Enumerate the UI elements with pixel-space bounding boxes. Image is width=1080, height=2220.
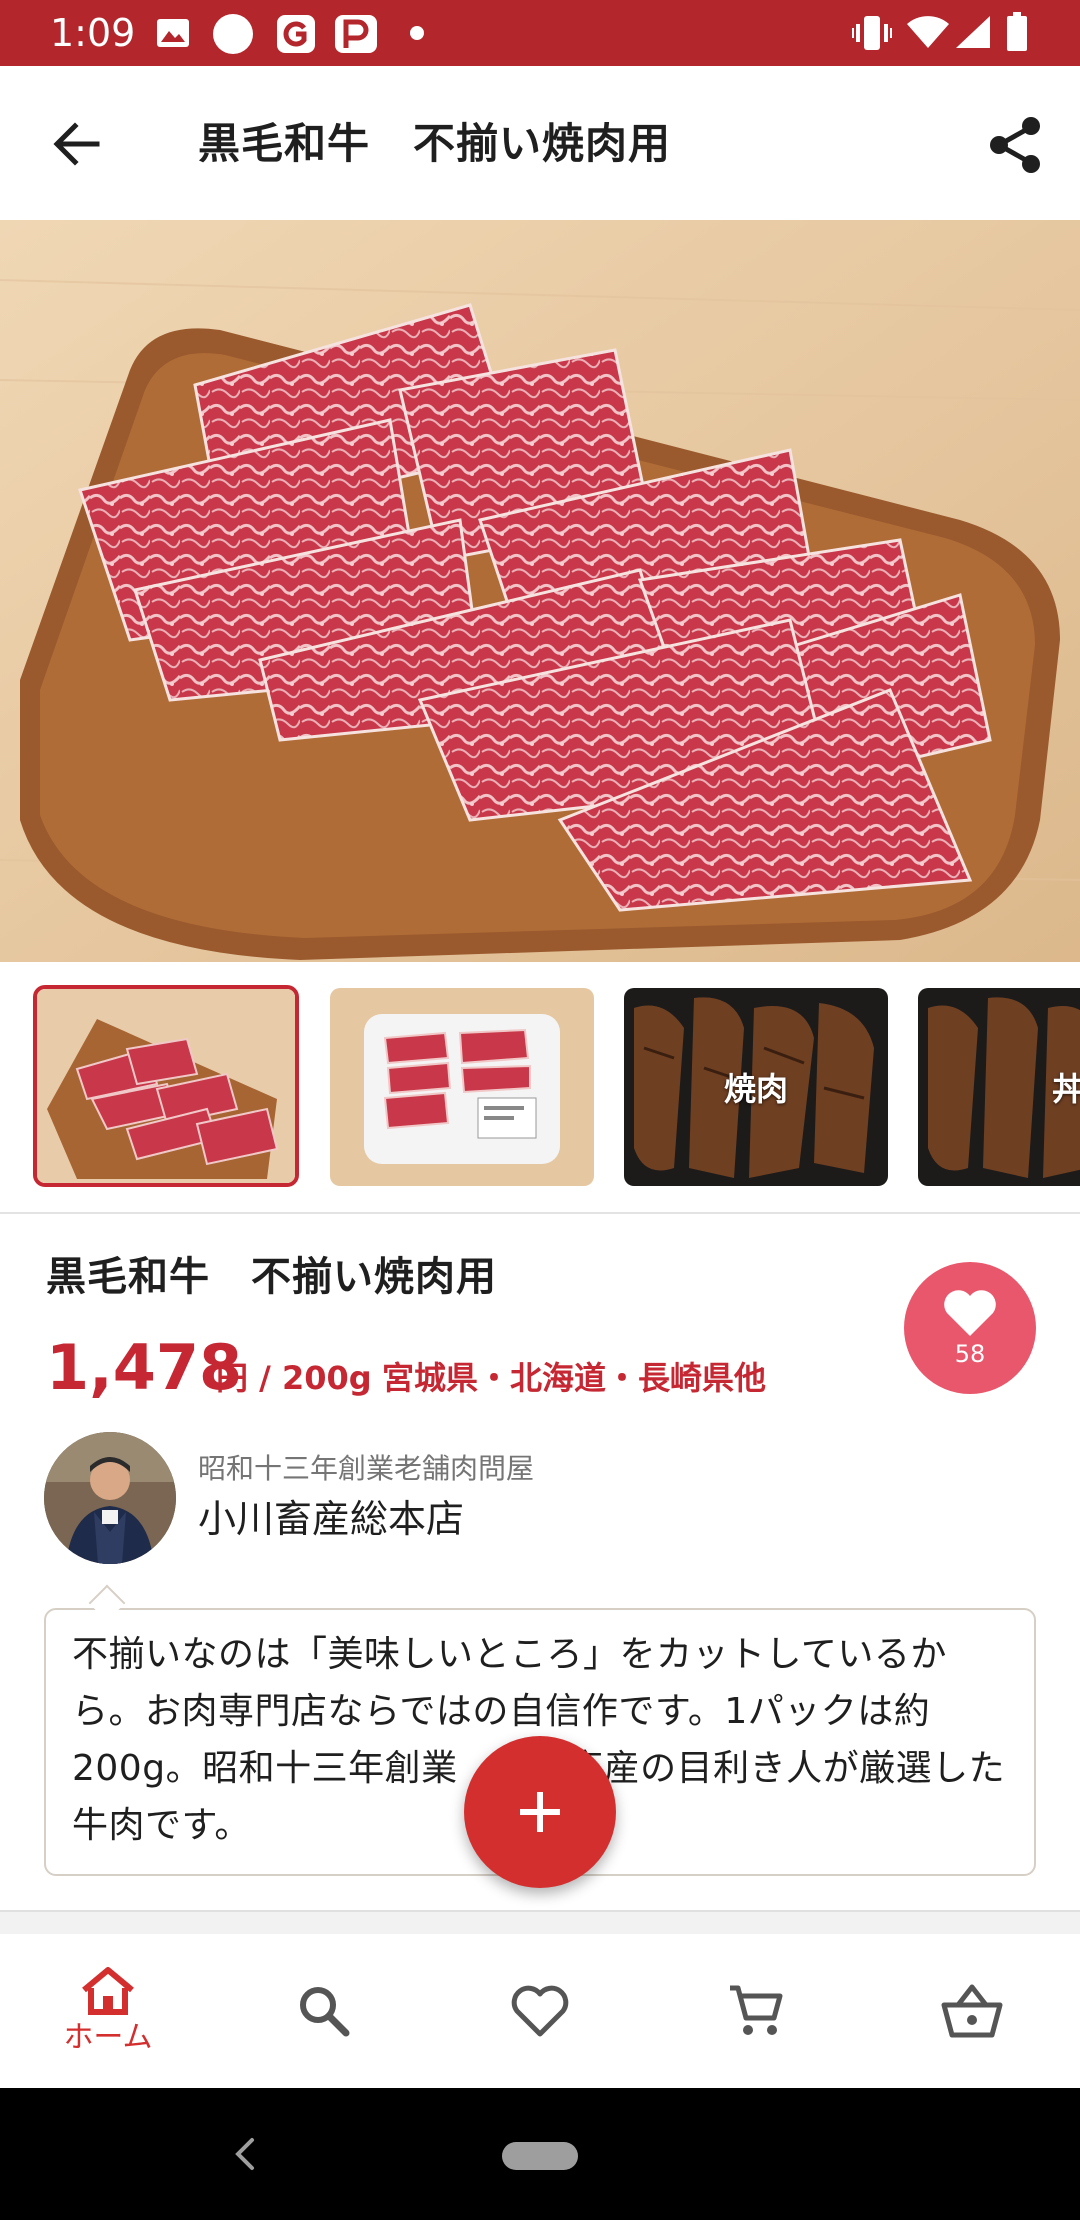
system-home-pill[interactable] (502, 2142, 578, 2170)
thumbnail-label: 丼 (1051, 1070, 1080, 1108)
search-icon (300, 1987, 350, 2037)
thumbnail-label: 焼肉 (723, 1070, 788, 1108)
status-time: 1:09 (50, 11, 136, 55)
vibrate-icon (852, 16, 892, 50)
divider (0, 1212, 1080, 1214)
cart-icon (730, 1985, 783, 2035)
thumbnail-3[interactable]: 焼肉 (624, 988, 888, 1186)
like-button[interactable]: 58 (904, 1262, 1036, 1394)
nav-favorites[interactable] (432, 1934, 648, 2088)
nav-separator (0, 1910, 1080, 1936)
plus-icon (520, 1792, 560, 1832)
like-count: 58 (954, 1340, 986, 1368)
add-to-cart-fab[interactable] (464, 1736, 616, 1888)
nav-basket[interactable] (864, 1934, 1080, 2088)
thumbnail-1[interactable] (33, 985, 299, 1187)
thumbnail-4[interactable]: 丼 (918, 988, 1080, 1186)
battery-icon (1007, 12, 1027, 51)
heart-icon (511, 1985, 569, 2037)
p-app-icon (335, 15, 377, 53)
home-icon (82, 1967, 134, 2015)
share-button[interactable] (980, 110, 1050, 180)
seller-avatar[interactable] (44, 1432, 176, 1564)
product-name: 黒毛和牛 不揃い焼肉用 (46, 1254, 497, 1300)
product-hero-image[interactable] (0, 220, 1080, 962)
arrow-back-icon (53, 122, 100, 166)
g-app-icon (277, 15, 315, 53)
seller-name[interactable]: 小川畜産総本店 (198, 1494, 464, 1544)
notification-dot-icon (410, 26, 424, 40)
nav-search[interactable] (216, 1934, 432, 2088)
signal-icon (956, 16, 990, 48)
circle-icon (213, 14, 253, 54)
system-back-icon[interactable] (226, 2132, 266, 2176)
nav-home-label: ホーム (63, 2020, 153, 2055)
back-button[interactable] (40, 112, 114, 176)
nav-home[interactable]: ホーム (0, 1934, 216, 2088)
seller-tagline: 昭和十三年創業老舗肉問屋 (198, 1452, 535, 1485)
product-origin: 宮城県・北海道・長崎県他 (382, 1359, 767, 1397)
price-unit: 円 / 200g (216, 1359, 372, 1397)
image-icon (157, 19, 189, 47)
thumbnail-2[interactable] (330, 988, 594, 1186)
basket-icon (941, 1984, 1003, 2038)
price-value: 1,478 (46, 1331, 243, 1404)
share-icon (990, 117, 1040, 173)
heart-icon (944, 1290, 996, 1336)
page-title: 黒毛和牛 不揃い焼肉用 (198, 119, 672, 168)
wifi-icon (907, 16, 949, 48)
nav-cart[interactable] (648, 1934, 864, 2088)
status-bar: 1:09 (0, 0, 1080, 66)
